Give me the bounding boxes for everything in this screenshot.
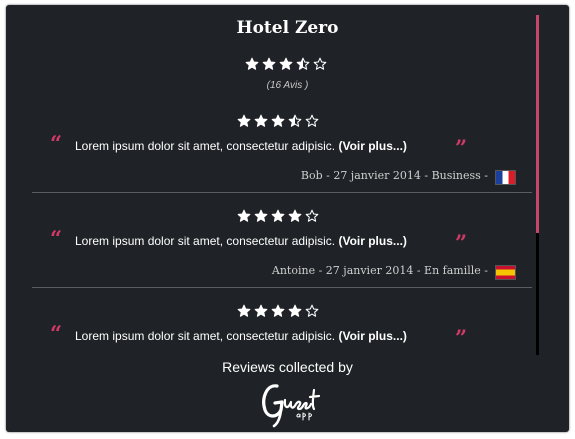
france-flag-icon	[495, 170, 516, 185]
review-meta: Antoine - 27 janvier 2014 - En famille -	[271, 264, 488, 277]
star-filled-icon	[271, 209, 285, 222]
star-filled-icon	[271, 304, 285, 317]
close-quote-icon: ”	[455, 135, 468, 160]
review-rating-stars	[237, 114, 319, 128]
star-filled-icon	[279, 57, 293, 70]
star-empty-icon	[305, 209, 319, 222]
star-filled-icon	[254, 304, 268, 317]
open-quote-icon: “	[50, 226, 63, 251]
review-item: “ Lorem ipsum dolor sit amet, consectetu…	[32, 297, 532, 354]
hotel-title: Hotel Zero	[236, 18, 339, 38]
guest-app-logo	[262, 384, 321, 428]
review-meta: Bob - 27 janvier 2014 - Business -	[300, 169, 488, 182]
star-filled-icon	[254, 209, 268, 222]
star-filled-icon	[237, 209, 251, 222]
star-filled-icon	[237, 114, 251, 127]
reviews-widget: Hotel Zero (16 Avis ) “ Lorem ipsum dolo…	[6, 5, 569, 432]
read-more-link[interactable]: (Voir plus...)	[338, 234, 406, 248]
review-list[interactable]: “ Lorem ipsum dolor sit amet, consectetu…	[32, 107, 532, 354]
star-filled-icon	[288, 209, 302, 222]
star-filled-icon	[245, 57, 259, 70]
open-quote-icon: “	[50, 131, 63, 156]
star-filled-icon	[237, 304, 251, 317]
star-filled-icon	[254, 114, 268, 127]
close-quote-icon: ”	[455, 325, 468, 350]
review-text: Lorem ipsum dolor sit amet, consectetur …	[75, 329, 407, 343]
star-empty-icon	[305, 114, 319, 127]
review-text: Lorem ipsum dolor sit amet, consectetur …	[75, 139, 407, 153]
spain-flag-icon	[495, 265, 516, 280]
review-divider	[32, 287, 532, 288]
review-item: “ Lorem ipsum dolor sit amet, consectetu…	[32, 202, 532, 297]
review-divider	[32, 192, 532, 193]
review-excerpt: Lorem ipsum dolor sit amet, consectetur …	[75, 329, 339, 343]
review-excerpt: Lorem ipsum dolor sit amet, consectetur …	[75, 234, 339, 248]
review-rating-stars	[237, 304, 319, 318]
open-quote-icon: “	[50, 321, 63, 346]
star-empty-icon	[313, 57, 327, 70]
collected-by-label: Reviews collected by	[222, 359, 353, 375]
review-item: “ Lorem ipsum dolor sit amet, consectetu…	[32, 107, 532, 202]
review-rating-stars	[237, 209, 319, 223]
read-more-link[interactable]: (Voir plus...)	[338, 139, 406, 153]
average-rating-stars	[245, 57, 327, 71]
read-more-link[interactable]: (Voir plus...)	[338, 329, 406, 343]
review-excerpt: Lorem ipsum dolor sit amet, consectetur …	[75, 139, 339, 153]
star-filled-icon	[288, 304, 302, 317]
star-empty-icon	[305, 304, 319, 317]
scrollbar-track[interactable]	[536, 15, 539, 355]
star-filled-icon	[271, 114, 285, 127]
star-half-icon	[296, 57, 310, 70]
star-half-icon	[288, 114, 302, 127]
review-text: Lorem ipsum dolor sit amet, consectetur …	[75, 234, 407, 248]
review-count: (16 Avis )	[266, 80, 309, 91]
scrollbar-thumb[interactable]	[536, 15, 539, 233]
close-quote-icon: ”	[455, 230, 468, 255]
star-filled-icon	[262, 57, 276, 70]
